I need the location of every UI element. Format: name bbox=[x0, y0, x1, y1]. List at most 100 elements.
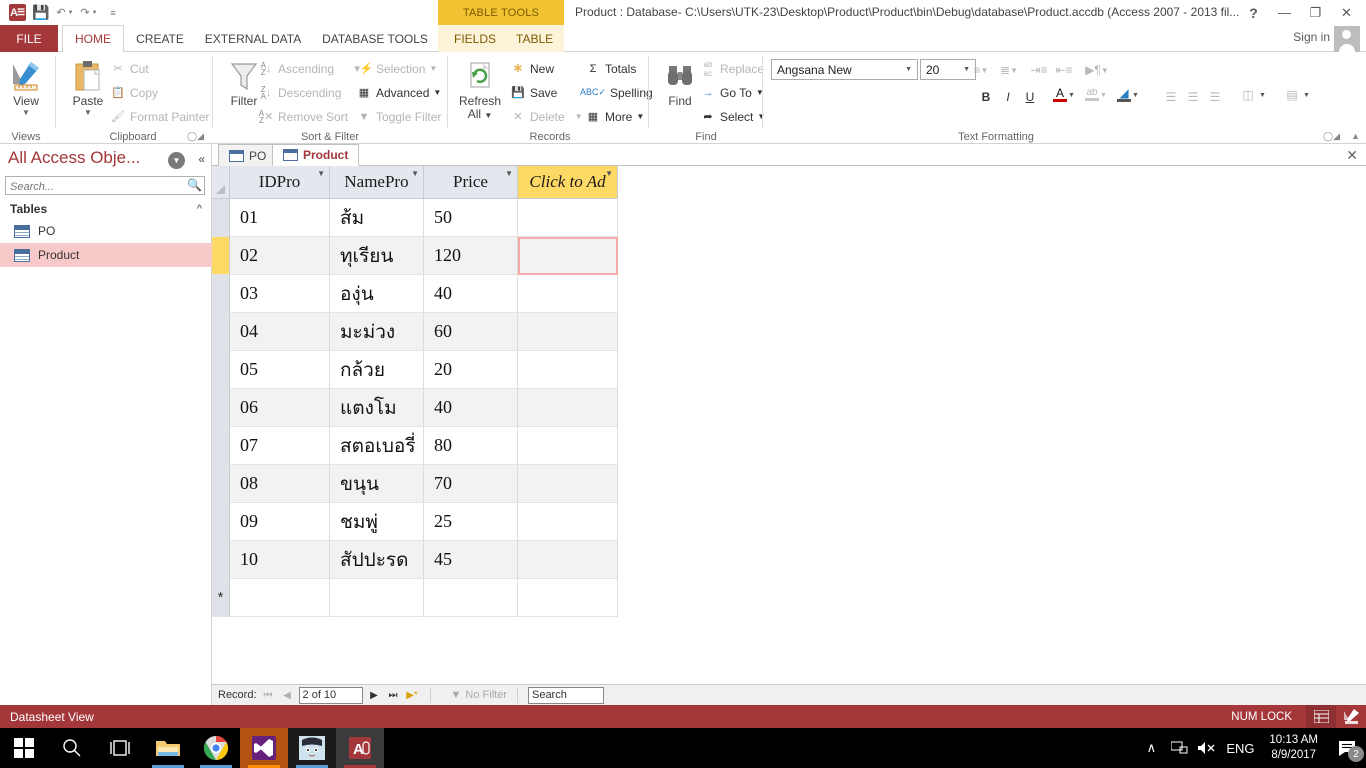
row-selector[interactable] bbox=[212, 427, 230, 465]
format-painter-button[interactable]: 🖌 Format Painter bbox=[110, 107, 209, 126]
paste-button[interactable]: Paste ▼ bbox=[62, 57, 114, 117]
last-record-button[interactable]: ⏭ bbox=[386, 690, 401, 701]
task-view-button[interactable] bbox=[96, 728, 144, 768]
save-record-button[interactable]: 💾 Save bbox=[510, 83, 557, 102]
select-button[interactable]: ➦ Select ▼ bbox=[700, 107, 765, 126]
cell-namepro[interactable]: สตอเบอรี่ bbox=[330, 427, 424, 465]
next-record-button[interactable]: ▶ bbox=[367, 690, 382, 701]
cell-idpro[interactable]: 09 bbox=[230, 503, 330, 541]
taskbar-microsoft-access[interactable]: A bbox=[336, 728, 384, 768]
go-to-button[interactable]: → Go To ▼ bbox=[700, 83, 764, 102]
cell-empty[interactable] bbox=[230, 579, 330, 617]
text-direction-button[interactable]: ▶¶ ▼ bbox=[1082, 60, 1112, 80]
taskbar-file-explorer[interactable] bbox=[144, 728, 192, 768]
underline-button[interactable]: U bbox=[1020, 87, 1040, 107]
cell-idpro[interactable]: 02 bbox=[230, 237, 330, 275]
clock[interactable]: 10:13 AM 8/9/2017 bbox=[1259, 733, 1328, 763]
cell-empty[interactable] bbox=[424, 579, 518, 617]
navigation-item-product[interactable]: Product bbox=[0, 243, 212, 267]
document-tab-product[interactable]: Product bbox=[272, 144, 360, 166]
paste-dropdown-caret[interactable]: ▼ bbox=[84, 108, 92, 117]
cell-namepro[interactable]: ทุเรียน bbox=[330, 237, 424, 275]
gridlines-caret-icon[interactable]: ▼ bbox=[1259, 92, 1266, 99]
copy-button[interactable]: 📋 Copy bbox=[110, 83, 158, 102]
row-selector[interactable] bbox=[212, 351, 230, 389]
new-record-button[interactable]: ▶* bbox=[405, 690, 420, 701]
view-dropdown-caret[interactable]: ▼ bbox=[22, 108, 30, 117]
new-record-button[interactable]: ✱ New bbox=[510, 59, 554, 78]
chevron-down-icon[interactable]: ▼ bbox=[411, 169, 419, 178]
table-row[interactable]: 09 ชมพู่ 25 bbox=[212, 503, 618, 541]
design-view-icon[interactable] bbox=[1336, 705, 1366, 728]
advanced-button[interactable]: ▦ Advanced ▼ bbox=[356, 83, 442, 102]
cell-click-to-add[interactable] bbox=[518, 351, 618, 389]
row-selector[interactable] bbox=[212, 275, 230, 313]
cell-click-to-add[interactable] bbox=[518, 503, 618, 541]
alternate-fill-caret-icon[interactable]: ▼ bbox=[1303, 92, 1310, 99]
totals-button[interactable]: Σ Totals bbox=[585, 59, 637, 78]
document-tab-po[interactable]: PO bbox=[218, 144, 278, 166]
table-row[interactable]: 04 มะม่วง 60 bbox=[212, 313, 618, 351]
bullets-button[interactable]: ≡ ▼ bbox=[968, 60, 994, 80]
cell-click-to-add[interactable] bbox=[518, 199, 618, 237]
table-row[interactable]: 03 องุ่น 40 bbox=[212, 275, 618, 313]
cell-idpro[interactable]: 05 bbox=[230, 351, 330, 389]
row-selector[interactable] bbox=[212, 541, 230, 579]
background-color-button[interactable]: ◢ bbox=[1114, 84, 1134, 104]
cell-namepro[interactable]: องุ่น bbox=[330, 275, 424, 313]
cell-idpro[interactable]: 06 bbox=[230, 389, 330, 427]
cell-price[interactable]: 60 bbox=[424, 313, 518, 351]
help-button[interactable]: ? bbox=[1238, 0, 1269, 25]
new-record-marker[interactable]: * bbox=[212, 579, 230, 617]
user-avatar[interactable] bbox=[1334, 26, 1360, 52]
taskbar-visual-studio[interactable] bbox=[240, 728, 288, 768]
table-row[interactable]: 05 กล้วย 20 bbox=[212, 351, 618, 389]
cell-namepro[interactable]: มะม่วง bbox=[330, 313, 424, 351]
table-row[interactable]: 06 แตงโม 40 bbox=[212, 389, 618, 427]
delete-record-button[interactable]: ✕ Delete ▼ bbox=[510, 107, 582, 126]
navigation-pane-dropdown-icon[interactable]: ▼ bbox=[168, 152, 185, 169]
cell-price[interactable]: 45 bbox=[424, 541, 518, 579]
font-color-caret-icon[interactable]: ▼ bbox=[1068, 92, 1075, 99]
language-indicator[interactable]: ENG bbox=[1221, 728, 1259, 768]
table-row[interactable]: 01 ส้ม 50 bbox=[212, 199, 618, 237]
background-color-caret-icon[interactable]: ▼ bbox=[1132, 92, 1139, 99]
tab-database-tools[interactable]: DATABASE TOOLS bbox=[314, 25, 436, 52]
datasheet-view-icon[interactable] bbox=[1306, 705, 1336, 728]
bold-button[interactable]: B bbox=[976, 87, 996, 107]
column-header-price[interactable]: Price ▼ bbox=[424, 166, 518, 199]
cell-namepro[interactable]: ขนุน bbox=[330, 465, 424, 503]
replace-button[interactable]: ab ac Replace bbox=[700, 59, 764, 78]
cell-click-to-add[interactable] bbox=[518, 465, 618, 503]
cell-empty[interactable] bbox=[518, 579, 618, 617]
highlight-caret-icon[interactable]: ▼ bbox=[1100, 92, 1107, 99]
chevron-down-icon[interactable]: ▼ bbox=[605, 169, 613, 178]
column-header-click-to-add[interactable]: Click to Ad ▼ bbox=[518, 166, 618, 199]
taskbar-search-button[interactable] bbox=[48, 728, 96, 768]
font-color-button[interactable]: A bbox=[1050, 84, 1070, 104]
column-header-namepro[interactable]: NamePro ▼ bbox=[330, 166, 424, 199]
volume-muted-icon[interactable] bbox=[1193, 728, 1221, 768]
cut-button[interactable]: ✂ Cut bbox=[110, 59, 148, 78]
column-header-idpro[interactable]: IDPro ▼ bbox=[230, 166, 330, 199]
more-button[interactable]: ▦ More ▼ bbox=[585, 107, 644, 126]
cell-price[interactable]: 120 bbox=[424, 237, 518, 275]
collapse-ribbon-caret-icon[interactable]: ▲ bbox=[1351, 131, 1360, 141]
datasheet-search-input[interactable]: Search bbox=[527, 686, 604, 704]
clipboard-dialog-launcher[interactable]: ◯◢ bbox=[187, 131, 204, 142]
cell-namepro[interactable]: กล้วย bbox=[330, 351, 424, 389]
decrease-indent-button[interactable]: ⇥≡ bbox=[1029, 60, 1049, 80]
font-name-combo[interactable]: Angsana New ▼ bbox=[771, 59, 918, 80]
sort-descending-button[interactable]: Z A ↓ Descending bbox=[258, 83, 342, 102]
cell-price[interactable]: 40 bbox=[424, 275, 518, 313]
text-formatting-dialog-launcher[interactable]: ◯◢ bbox=[1323, 131, 1340, 142]
cell-namepro[interactable]: ชมพู่ bbox=[330, 503, 424, 541]
highlight-button[interactable]: ab bbox=[1082, 84, 1102, 104]
cell-namepro[interactable]: แตงโม bbox=[330, 389, 424, 427]
taskbar-google-chrome[interactable] bbox=[192, 728, 240, 768]
cell-click-to-add[interactable] bbox=[518, 541, 618, 579]
previous-record-button[interactable]: ◀ bbox=[280, 690, 295, 701]
row-selector[interactable] bbox=[212, 465, 230, 503]
cell-click-to-add[interactable] bbox=[518, 275, 618, 313]
cell-idpro[interactable]: 04 bbox=[230, 313, 330, 351]
